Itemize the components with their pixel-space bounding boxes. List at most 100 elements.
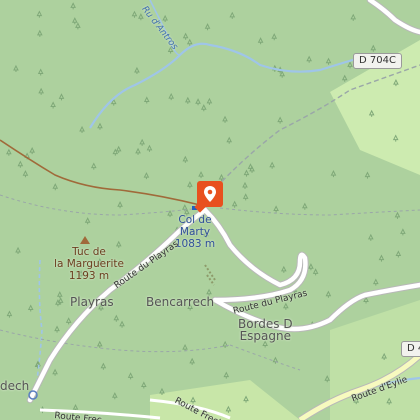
tree-icon [134,66,140,74]
tree-icon [269,161,275,169]
tree-icon [370,44,377,52]
tree-icon [279,70,285,78]
tree-icon [15,246,21,254]
tree-icon [226,136,233,144]
track-line [0,139,201,206]
tree-icon [100,362,107,370]
map-pin-icon [204,186,216,202]
tree-icon [143,96,150,104]
tree-icon [84,217,91,225]
tree-icon [187,181,193,189]
tree-icon [222,115,228,123]
tree-icon [79,125,85,134]
tree-icon [200,104,207,112]
place-label-bordes: Bordes D Espagne [238,317,293,343]
tree-icon [6,148,12,156]
tree-icon [400,228,406,236]
tree-icon [37,29,43,37]
tree-icon [182,32,189,40]
tree-icon [58,93,65,101]
tree-icon [198,171,204,179]
tree-icon [242,193,249,201]
tree-icon [127,372,134,380]
tree-icon [223,371,230,379]
tree-icon [257,37,264,45]
tree-icon [308,263,314,271]
tree-icon [185,96,191,104]
tree-icon [6,310,13,318]
tree-icon [113,314,120,322]
tree-icon [70,2,76,10]
tree-icon [242,181,248,189]
tree-icon [243,169,250,177]
tree-icon [229,11,236,19]
col-name-label: Col de Marty [178,214,212,238]
tree-icon [17,160,24,168]
road-shield-d704c: D 704C [353,53,402,69]
trail-line [204,264,216,286]
tree-icon [350,13,357,21]
tree-icon [182,155,189,163]
path-line [0,329,231,353]
tree-icon [325,57,332,65]
tree-icon [131,10,138,18]
tree-icon [325,290,332,298]
tree-icon [206,97,213,105]
tree-icon [135,147,141,155]
tree-icon [117,201,123,209]
tree-icon [143,172,150,180]
peak-icon [80,236,90,244]
tree-icon [231,200,238,208]
tree-icon [247,163,254,171]
tree-icon [27,304,34,312]
tree-icon [302,202,308,210]
place-label-bencarrech: Bencarrech [146,295,215,309]
tree-icon [168,92,175,101]
tree-icon [347,61,353,69]
tree-icon [395,250,402,258]
map-pin-marker[interactable] [197,181,223,207]
tree-icon [364,171,371,179]
tree-icon [56,291,63,299]
tree-icon [312,268,319,276]
tree-icon [139,138,145,146]
tree-icon [341,74,348,82]
meadow-area [330,300,420,420]
meadow-area [150,380,300,420]
tree-icon [222,340,228,348]
tree-icon [75,22,81,30]
tree-icon [378,254,385,262]
tree-icon [324,375,331,383]
tree-icon [373,278,379,286]
tree-icon [22,170,29,178]
tree-icon [36,10,43,18]
tree-icon [112,392,118,400]
tree-icon [13,64,19,73]
tree-icon [204,23,211,31]
path-line [229,344,301,371]
tree-icon [271,33,278,41]
place-label-edge: dech [0,379,30,393]
peak-name-label: Tuc de la Marguerite [54,246,124,270]
tree-icon [90,162,97,170]
tree-icon [162,14,168,23]
place-label-playras: Playras [70,295,114,309]
tree-icon [38,87,44,95]
tree-icon [97,122,103,130]
tree-icon [50,101,56,109]
tree-icon [306,55,312,63]
tree-icon [119,320,125,328]
stream-line [89,42,371,129]
tree-icon [141,381,147,389]
map-canvas[interactable]: D 704C D 4 Ru d'Antros Tuc de la Marguer… [0,0,420,420]
tree-icon [272,356,279,364]
tree-icon [277,116,283,124]
tree-icon [186,38,193,46]
tree-icon [195,98,201,106]
tree-icon [37,68,44,76]
tree-icon [115,145,122,153]
tree-icon [182,343,188,352]
road-shield-d4: D 4 [401,341,420,357]
tree-icon [52,368,58,376]
tree-icon [29,146,35,155]
